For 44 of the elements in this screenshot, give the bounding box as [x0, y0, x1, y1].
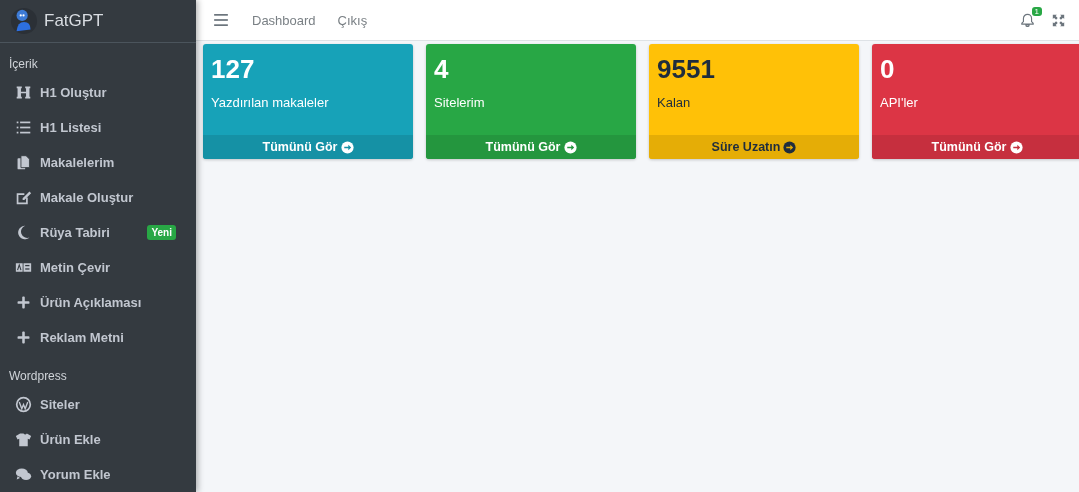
arrow-circle-icon — [783, 140, 797, 154]
plus-icon — [15, 329, 32, 346]
sidebar-item[interactable]: Siteler — [0, 387, 196, 422]
stat-value: 4 — [433, 53, 450, 85]
wordpress-icon — [15, 396, 32, 413]
stat-value: 9551 — [656, 53, 716, 85]
sidebar-item[interactable]: H1 Oluştur — [0, 75, 196, 110]
arrow-circle-icon — [340, 140, 354, 154]
card-footer-link[interactable]: Tümünü Gör — [203, 135, 413, 159]
brand-name: FatGPT — [44, 11, 104, 31]
sidebar-item[interactable]: Metin Çevir — [0, 250, 196, 285]
sidebar-section-title: Wordpress — [8, 368, 68, 385]
sidebar-item[interactable]: Ürün Açıklaması — [0, 285, 196, 320]
sidebar-item[interactable]: Rüya Tabiri Yeni — [0, 215, 196, 250]
stat-label: Yazdırılan makaleler — [210, 94, 330, 112]
edit-icon — [15, 189, 32, 206]
list-icon — [15, 119, 32, 136]
new-badge: Yeni — [147, 225, 176, 240]
sidebar-item[interactable]: H1 Listesi — [0, 110, 196, 145]
stat-label: Kalan — [656, 94, 692, 112]
comments-icon — [15, 466, 32, 483]
heading-icon — [15, 84, 32, 101]
stat-value: 127 — [210, 53, 256, 85]
notification-count: 1 — [1031, 7, 1042, 16]
sidebar-item[interactable]: Yorum Ekle — [0, 457, 196, 492]
copy-icon — [15, 154, 32, 171]
sidebar-item[interactable]: Makale Oluştur — [0, 180, 196, 215]
stat-value: 0 — [879, 53, 896, 85]
robot-logo-icon — [10, 7, 38, 35]
shirt-icon — [15, 431, 32, 448]
arrow-circle-icon — [563, 140, 577, 154]
sidebar-item[interactable]: Makalelerim — [0, 145, 196, 180]
arrow-circle-icon — [1009, 140, 1023, 154]
sidebar-section-title: İçerik — [8, 56, 39, 73]
card-footer-link[interactable]: Tümünü Gör — [426, 135, 636, 159]
card-footer-link[interactable]: Süre Uzatın — [649, 135, 859, 159]
sidebar-item[interactable]: Ürün Ekle — [0, 422, 196, 457]
card-footer-link[interactable]: Tümünü Gör — [872, 135, 1079, 159]
nav-link[interactable]: Çıkış — [337, 12, 368, 28]
nav-link[interactable]: Dashboard — [252, 12, 316, 28]
sidebar-item[interactable]: Reklam Metni — [0, 320, 196, 355]
stat-label: Sitelerim — [433, 94, 486, 112]
stat-label: API'ler — [879, 94, 919, 112]
plus-icon — [15, 294, 32, 311]
